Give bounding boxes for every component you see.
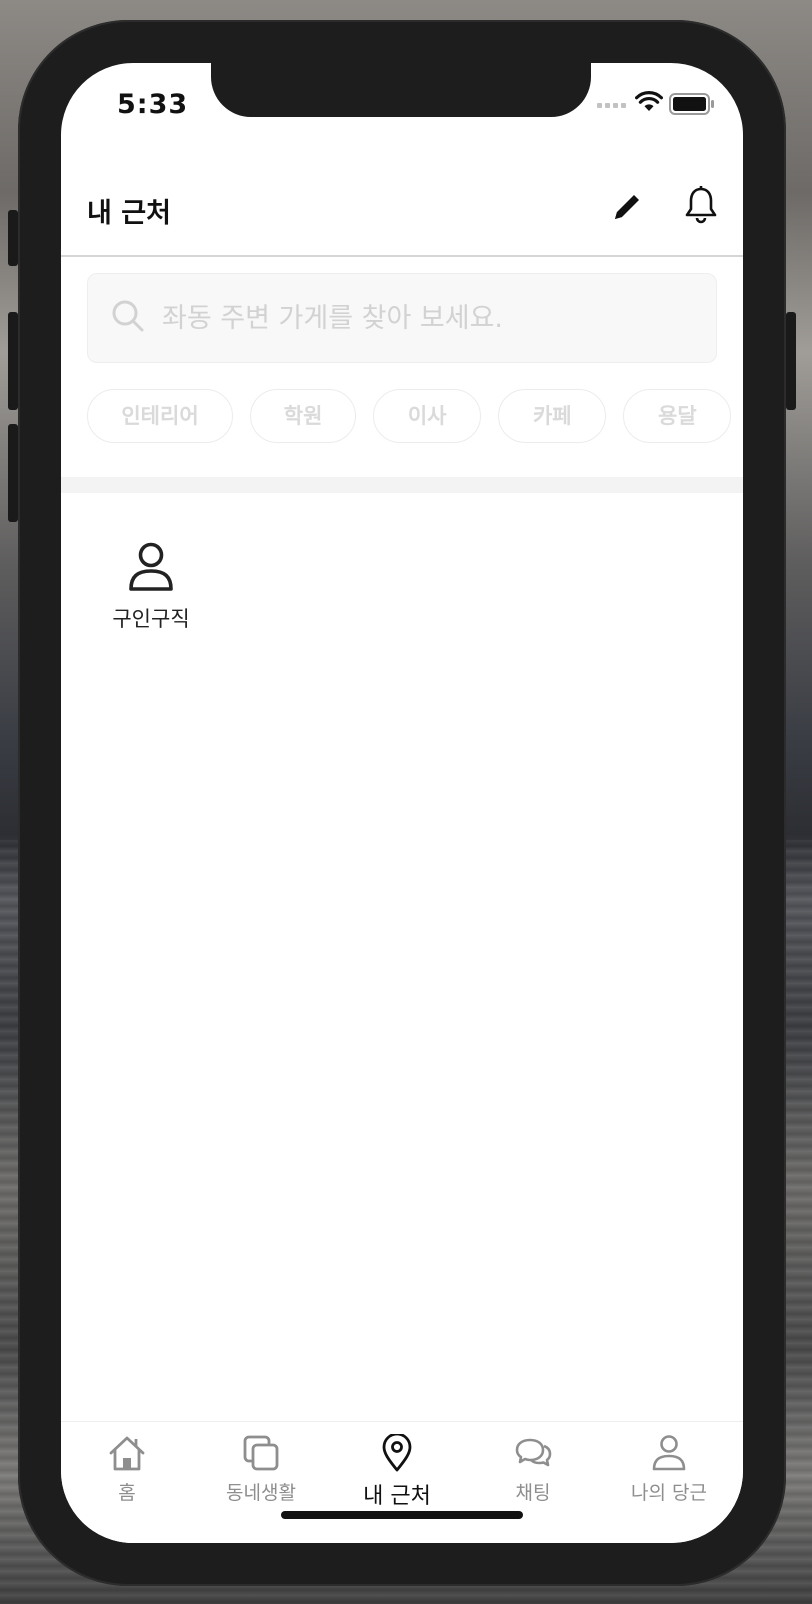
cellular-signal-icon <box>597 103 626 108</box>
tab-chat[interactable]: 채팅 <box>478 1434 588 1505</box>
chat-icon <box>515 1438 552 1467</box>
tab-label: 동네생활 <box>226 1482 296 1504</box>
search-input[interactable] <box>162 294 682 342</box>
bell-icon[interactable] <box>683 185 719 225</box>
person-icon <box>652 1435 686 1471</box>
tab-home[interactable]: 홈 <box>72 1434 182 1505</box>
category-chips: 인테리어 학원 이사 카페 용달 <box>87 389 743 445</box>
tab-nearby[interactable]: 내 근처 <box>342 1432 452 1510</box>
status-time: 5:33 <box>117 89 189 120</box>
page-title: 내 근처 <box>87 198 171 229</box>
category-chip[interactable]: 이사 <box>373 389 482 443</box>
phone-frame: 5:33 내 근처 좌동 주변 가게를 찾아 보세요. 인테리어 학원 이사 카… <box>8 20 796 1586</box>
section-divider <box>61 477 743 493</box>
home-icon <box>109 1436 145 1471</box>
pencil-icon[interactable] <box>609 189 645 225</box>
volume-up-button <box>8 312 18 410</box>
volume-down-button <box>8 424 18 522</box>
search-bar[interactable] <box>87 273 717 363</box>
tab-label: 홈 <box>118 1482 136 1504</box>
shortcut-label: 구인구직 <box>112 607 190 631</box>
category-chip[interactable]: 학원 <box>250 389 357 443</box>
notch <box>211 63 591 117</box>
location-pin-icon <box>382 1432 412 1472</box>
category-chip[interactable]: 인테리어 <box>87 389 233 443</box>
copy-icon <box>243 1435 279 1471</box>
power-button <box>786 312 796 410</box>
home-indicator <box>281 1511 523 1519</box>
search-icon <box>112 300 144 332</box>
screen: 5:33 내 근처 좌동 주변 가게를 찾아 보세요. 인테리어 학원 이사 카… <box>61 63 743 1543</box>
tab-bar: 홈 동네생활 내 근처 채팅 나의 당근 <box>61 1421 743 1543</box>
tab-label: 나의 당근 <box>631 1482 707 1504</box>
category-chip[interactable]: 카페 <box>498 389 607 443</box>
category-chip[interactable]: 용달 <box>623 389 732 443</box>
shortcut-job-search[interactable]: 구인구직 <box>101 541 201 633</box>
person-icon <box>129 542 173 591</box>
wifi-icon <box>635 91 663 111</box>
app-header: 내 근처 <box>61 163 743 257</box>
tab-my-profile[interactable]: 나의 당근 <box>614 1434 724 1505</box>
tab-community[interactable]: 동네생활 <box>206 1434 316 1505</box>
mute-switch <box>8 210 18 266</box>
battery-icon <box>669 93 714 115</box>
tab-label: 채팅 <box>515 1482 551 1504</box>
tab-label: 내 근처 <box>363 1484 431 1509</box>
